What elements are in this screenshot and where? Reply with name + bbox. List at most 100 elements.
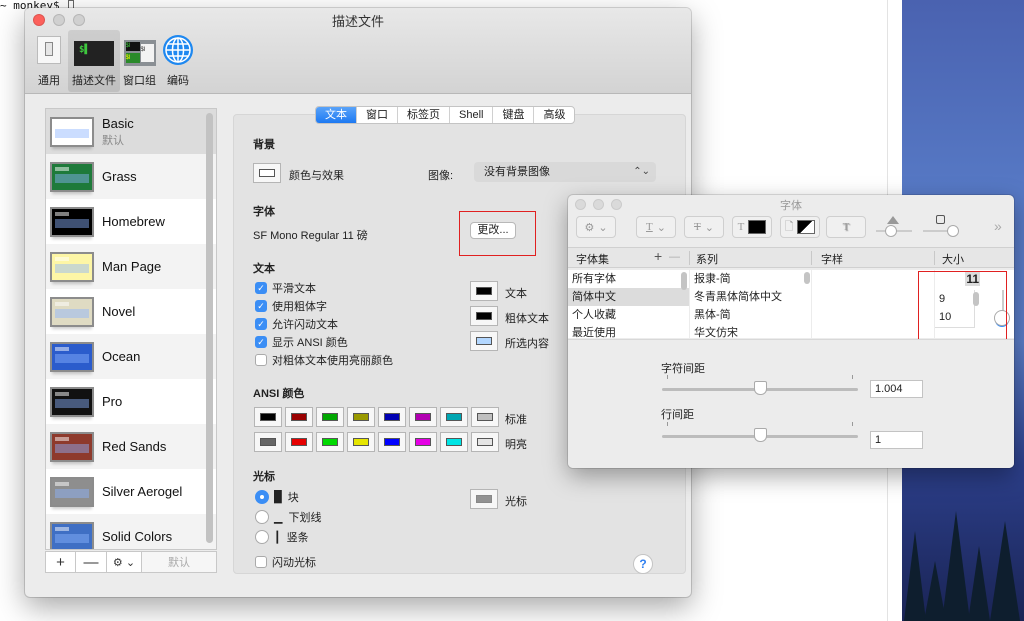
strikethrough-menu[interactable]: T ⌄ (684, 216, 724, 238)
remove-collection-button[interactable]: — (669, 251, 680, 263)
collection-item[interactable]: 个人收藏 (568, 306, 689, 324)
ansi-color-well[interactable] (254, 407, 282, 427)
chevron-down-icon: ⌄ (704, 221, 714, 234)
background-image-select[interactable]: 没有背景图像 ⌃⌄ (474, 162, 656, 182)
ansi-color-well[interactable] (347, 432, 375, 452)
profile-row[interactable]: Silver Aerogel (46, 469, 216, 514)
profile-row[interactable]: Man Page (46, 244, 216, 289)
toolbar-profiles[interactable]: $▌ 描述文件 (68, 30, 120, 92)
profile-thumbnail (50, 431, 94, 462)
tab-2[interactable]: 标签页 (398, 107, 450, 123)
profile-thumbnail (50, 296, 94, 327)
font-actions-menu[interactable]: ⚙ ⌄ (576, 216, 616, 238)
family-item[interactable]: 黑体-简 (690, 306, 811, 324)
profile-name: Solid Colors (102, 528, 173, 544)
collections-scrollbar[interactable] (681, 272, 687, 290)
text-color-well[interactable] (470, 306, 498, 326)
ansi-color-well[interactable] (316, 407, 344, 427)
ansi-color-well[interactable] (409, 407, 437, 427)
cursor-style-radio[interactable]: █ 块 (255, 489, 299, 505)
ansi-color-well[interactable] (347, 407, 375, 427)
slider-thumb[interactable] (754, 381, 767, 395)
document-color-button[interactable]: 🗋 (780, 216, 820, 238)
remove-profile-button[interactable]: — (76, 552, 107, 572)
profile-row[interactable]: Ocean (46, 334, 216, 379)
profile-row[interactable]: Grass (46, 154, 216, 199)
add-profile-button[interactable]: + (46, 552, 76, 572)
cursor-glyph-icon: ▁ (274, 511, 283, 524)
ansi-color-well[interactable] (285, 407, 313, 427)
profile-row[interactable]: Basic 默认 (46, 109, 216, 154)
profile-list-footer: + — ⚙ ⌄ 默认 (45, 551, 217, 573)
family-scrollbar[interactable] (804, 272, 810, 284)
family-item[interactable]: 华文仿宋 (690, 324, 811, 338)
shadow-blur-slider[interactable] (923, 215, 959, 238)
tab-0[interactable]: 文本 (316, 107, 357, 123)
collection-item[interactable]: 所有字体 (568, 270, 689, 288)
profile-row[interactable]: Homebrew (46, 199, 216, 244)
profile-thumbnail (50, 251, 94, 282)
text-color-well[interactable] (470, 331, 498, 351)
ansi-color-well[interactable] (471, 432, 499, 452)
text-color-well[interactable] (470, 281, 498, 301)
char-spacing-slider[interactable] (662, 375, 858, 395)
tab-5[interactable]: 高级 (534, 107, 574, 123)
text-color-button[interactable]: T (732, 216, 772, 238)
background-color-well[interactable] (253, 163, 281, 183)
tab-4[interactable]: 键盘 (493, 107, 535, 123)
slider-thumb[interactable] (754, 428, 767, 442)
cursor-color-well[interactable] (470, 489, 498, 509)
tab-3[interactable]: Shell (450, 107, 494, 123)
text-option-checkbox[interactable]: ✓ 显示 ANSI 颜色 (255, 334, 348, 350)
cursor-style-radio[interactable]: ▁ 下划线 (255, 509, 321, 525)
family-item[interactable]: 冬青黑体简体中文 (690, 288, 811, 306)
add-collection-button[interactable]: + (654, 248, 662, 264)
ansi-color-well[interactable] (378, 407, 406, 427)
background-image-value: 没有背景图像 (484, 166, 550, 178)
profile-actions-menu[interactable]: ⚙ ⌄ (107, 552, 142, 572)
toolbar-general[interactable]: 通用 (30, 30, 68, 92)
text-shadow-button[interactable]: T (826, 216, 866, 238)
ansi-color-well[interactable] (471, 407, 499, 427)
collections-list: 所有字体 简体中文 个人收藏 最近使用 (568, 270, 689, 338)
ansi-color-well[interactable] (409, 432, 437, 452)
toolbar-window-groups[interactable]: $I $I $I 窗口组 (120, 30, 159, 92)
help-button[interactable]: ? (633, 554, 653, 574)
set-default-button[interactable]: 默认 (142, 552, 216, 572)
line-spacing-input[interactable]: 1 (870, 431, 923, 449)
profile-subtitle: 默认 (102, 134, 124, 147)
profile-name: Novel (102, 303, 136, 319)
text-option-checkbox[interactable]: ✓ 使用粗体字 (255, 298, 327, 314)
family-item[interactable]: 报隶-简 (690, 270, 811, 288)
ansi-bright-row (254, 432, 499, 452)
text-option-checkbox[interactable]: ✓ 允许闪动文本 (255, 316, 338, 332)
profile-row[interactable]: Red Sands (46, 424, 216, 469)
collection-item[interactable]: 简体中文 (568, 288, 689, 306)
profile-name: Ocean (102, 348, 141, 364)
toolbar-overflow-button[interactable]: » (994, 218, 1002, 234)
profile-list-scrollbar[interactable] (206, 113, 213, 543)
char-spacing-input[interactable]: 1.004 (870, 380, 923, 398)
ansi-color-well[interactable] (378, 432, 406, 452)
text-option-checkbox[interactable]: 对粗体文本使用亮丽颜色 (255, 352, 393, 368)
text-option-checkbox[interactable]: ✓ 平滑文本 (255, 280, 316, 296)
ansi-color-well[interactable] (440, 432, 468, 452)
tab-1[interactable]: 窗口 (357, 107, 398, 123)
ansi-color-well[interactable] (440, 407, 468, 427)
profile-row[interactable]: Novel (46, 289, 216, 334)
ansi-color-well[interactable] (254, 432, 282, 452)
cursor-style-radio[interactable]: ┃ 竖条 (255, 529, 309, 545)
ansi-color-well[interactable] (285, 432, 313, 452)
collection-item[interactable]: 最近使用 (568, 324, 689, 338)
underline-menu[interactable]: T ⌄ (636, 216, 676, 238)
ansi-color-well[interactable] (316, 432, 344, 452)
blink-cursor-checkbox[interactable]: 闪动光标 (255, 554, 316, 570)
profile-name: Basic (102, 115, 134, 131)
profile-row[interactable]: Pro (46, 379, 216, 424)
toolbar-general-label: 通用 (38, 75, 60, 87)
shadow-opacity-slider[interactable] (876, 216, 912, 238)
gear-icon: ⚙ (584, 221, 595, 234)
toolbar-encoding[interactable]: 编码 (159, 30, 197, 92)
line-spacing-slider[interactable] (662, 422, 858, 442)
profile-row[interactable]: Solid Colors (46, 514, 216, 549)
